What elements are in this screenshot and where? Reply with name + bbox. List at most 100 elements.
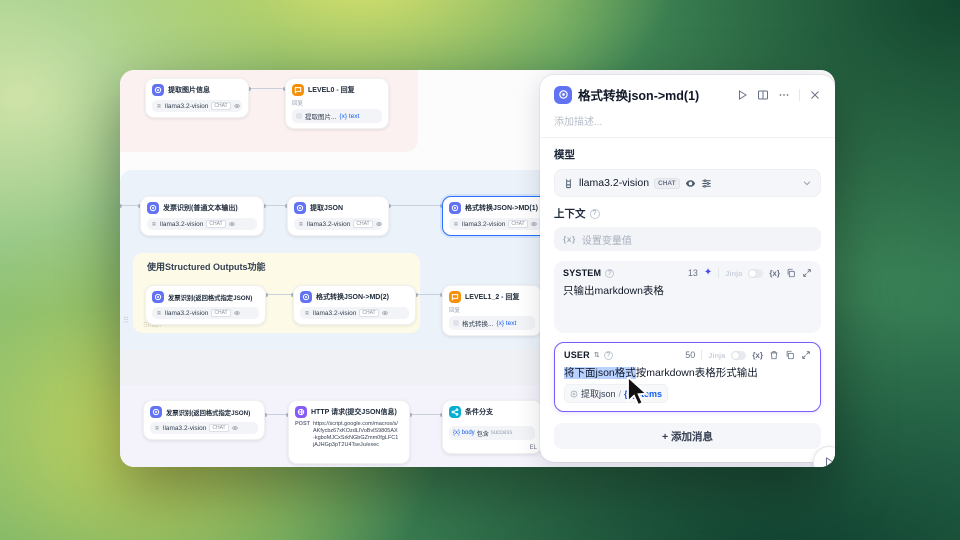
more-options-button[interactable]	[778, 89, 790, 101]
group-label: 使用Structured Outputs功能	[147, 262, 266, 272]
insert-variable-icon[interactable]: {x}	[752, 351, 763, 360]
jinja-label: Jinja	[725, 268, 743, 278]
node-model-name: llama3.2-vision	[307, 220, 351, 228]
ref-node-name: 提取图片...	[305, 114, 337, 121]
node-model-name: llama3.2-vision	[165, 309, 209, 317]
answer-node-icon	[449, 291, 461, 303]
node-invoice-structured-json[interactable]: 发票识别(返回格式指定JSON) llama3.2-vision CHAT	[145, 285, 266, 325]
divider	[701, 350, 703, 360]
node-format-convert-md1[interactable]: 格式转换JSON->MD(1) llama3.2-vision CHAT	[442, 196, 554, 236]
answer-section-label: 回复	[292, 101, 304, 107]
eye-icon	[233, 310, 240, 316]
description-placeholder[interactable]: 添加描述...	[554, 113, 821, 128]
insert-variable-icon[interactable]: {x}	[769, 269, 780, 278]
llama-icon	[151, 221, 157, 227]
help-icon: ?	[603, 350, 613, 360]
node-title: 提取JSON	[310, 205, 344, 212]
role-switch-icon[interactable]: ⇅	[594, 351, 600, 359]
answer-section-label: 回复	[449, 308, 461, 314]
variable-node-name: 提取json	[581, 389, 616, 400]
node-title: LEVEL0 - 回复	[308, 87, 355, 94]
edge	[414, 292, 444, 297]
condition-variable: {x} body	[453, 430, 475, 436]
copy-icon[interactable]	[785, 350, 795, 360]
llama-icon	[154, 425, 160, 431]
jinja-toggle[interactable]	[731, 350, 747, 360]
node-extract-image-info[interactable]: 提取图片信息 llama3.2-vision CHAT	[145, 78, 249, 118]
node-model-chip: llama3.2-vision CHAT	[152, 100, 242, 112]
node-invoice-plain-text[interactable]: 发票识别(普通文本输出) llama3.2-vision CHAT	[140, 196, 264, 236]
edge	[120, 203, 142, 208]
panel-title: 格式转换json->md(1)	[578, 89, 700, 103]
edge	[408, 412, 444, 417]
message-role: USER	[564, 350, 590, 360]
copy-icon[interactable]	[786, 268, 796, 278]
delete-icon[interactable]	[769, 350, 779, 360]
model-selector[interactable]: llama3.2-vision CHAT	[554, 169, 821, 197]
node-title: 格式转换JSON->MD(1)	[465, 205, 538, 212]
node-title: 提取图片信息	[168, 87, 210, 94]
ref-node-icon	[453, 320, 459, 326]
llm-node-icon	[152, 291, 164, 303]
model-section-label: 模型	[554, 149, 575, 161]
node-invoice-structured-json-2[interactable]: 发票识别(返回格式指定JSON) llama3.2-vision CHAT	[143, 400, 265, 440]
user-prompt-text[interactable]: 将下面json格式按markdown表格形式输出	[564, 366, 811, 380]
node-model-chip: llama3.2-vision CHAT	[294, 218, 382, 230]
divider	[540, 137, 835, 138]
mouse-cursor	[626, 374, 652, 412]
vision-eye-icon	[685, 178, 696, 189]
expand-icon[interactable]	[801, 350, 811, 360]
jinja-label: Jinja	[708, 350, 726, 360]
edge	[262, 203, 289, 208]
http-node-icon	[295, 406, 307, 418]
token-count: 13	[687, 268, 698, 278]
chat-badge: CHAT	[206, 220, 226, 228]
eye-icon	[231, 425, 238, 431]
node-format-convert-md2[interactable]: 格式转换JSON->MD(2) llama3.2-vision CHAT	[293, 285, 416, 325]
prompt-variable-chip[interactable]: 提取json / {x} items	[564, 384, 669, 404]
system-message-block[interactable]: SYSTEM ? 13 ✦ Jinja {x} 只输出markdown表格	[554, 261, 821, 333]
node-level1-2-answer[interactable]: LEVEL1_2 - 回复 回复 格式转换... {x} text	[442, 285, 542, 336]
add-message-button[interactable]: + 添加消息	[554, 423, 821, 449]
llm-node-icon	[554, 85, 572, 104]
chat-badge: CHAT	[654, 177, 680, 189]
edge	[264, 292, 295, 297]
expand-icon[interactable]	[802, 268, 812, 278]
context-variable-input[interactable]: {x} 设置变量值	[554, 227, 821, 251]
http-method: POST	[295, 421, 310, 427]
node-http-request[interactable]: HTTP 请求(提交JSON信息) POST https://script.go…	[288, 400, 410, 464]
run-node-button[interactable]	[736, 89, 748, 101]
model-params-icon[interactable]	[701, 178, 712, 189]
chat-badge: CHAT	[508, 220, 528, 228]
llm-node-icon	[147, 202, 159, 214]
answer-node-icon	[292, 84, 304, 96]
llm-node-icon	[150, 406, 162, 418]
node-extract-json[interactable]: 提取JSON llama3.2-vision CHAT	[287, 196, 389, 236]
drag-handle-icon[interactable]: ⠿	[123, 317, 129, 325]
node-condition-branch[interactable]: 条件分支 {x} body 包含 success EL	[442, 400, 542, 454]
split-view-button[interactable]	[757, 89, 769, 101]
chat-badge: CHAT	[211, 309, 231, 317]
llama-icon	[298, 221, 304, 227]
generate-sparkle-icon[interactable]: ✦	[704, 268, 712, 278]
selected-text: 将下面json格式	[564, 367, 636, 379]
path-separator: /	[618, 388, 622, 399]
jinja-toggle[interactable]	[748, 268, 764, 278]
llm-node-icon	[300, 291, 312, 303]
llama-icon	[563, 178, 574, 189]
node-title: LEVEL1_2 - 回复	[465, 294, 520, 301]
answer-ref-chip: 提取图片... {x} text	[292, 109, 382, 123]
close-panel-button[interactable]	[809, 89, 821, 101]
node-title: 发票识别(返回格式指定JSON)	[168, 294, 253, 302]
llama-icon	[304, 310, 310, 316]
node-title: HTTP 请求(提交JSON信息)	[311, 409, 397, 416]
edge	[387, 203, 444, 208]
edge	[247, 86, 287, 91]
http-url: https://script.google.com/macros/s/AKfyc…	[312, 421, 399, 448]
system-prompt-text[interactable]: 只输出markdown表格	[563, 284, 812, 298]
model-name: llama3.2-vision	[579, 177, 650, 189]
node-level0-answer[interactable]: LEVEL0 - 回复 回复 提取图片... {x} text	[285, 78, 389, 129]
node-model-name: llama3.2-vision	[462, 220, 506, 228]
user-message-block[interactable]: USER ⇅ ? 50 Jinja {x} 将下面json格式按markdown…	[554, 342, 821, 412]
answer-ref-chip: 格式转换... {x} text	[449, 316, 535, 330]
